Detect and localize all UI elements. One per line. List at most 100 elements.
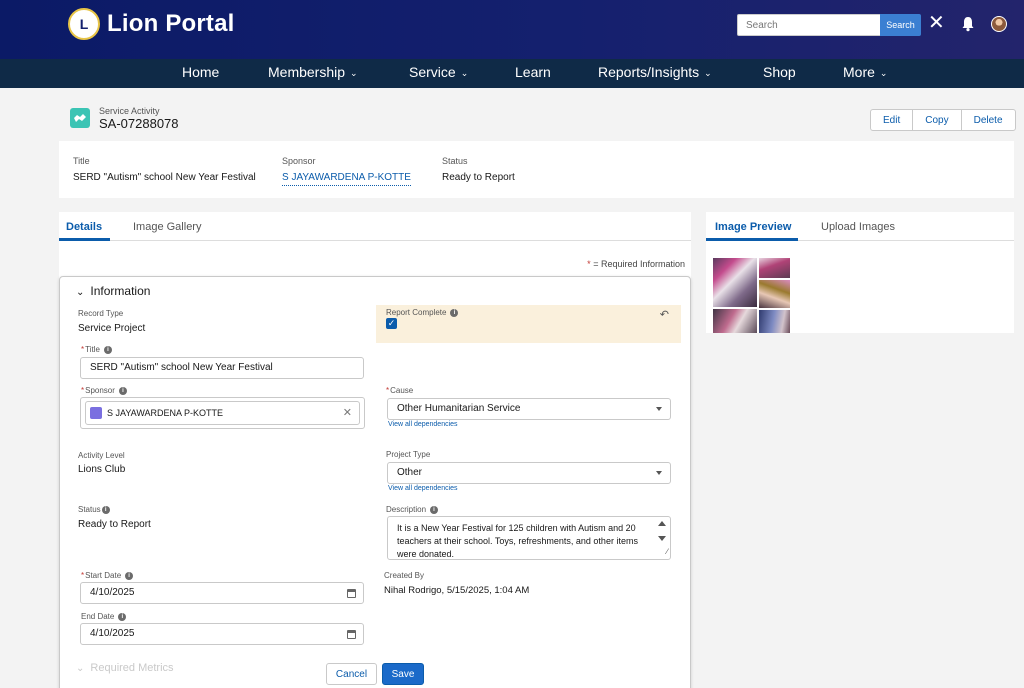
info-icon[interactable]: i <box>118 612 127 621</box>
start-date-input[interactable]: 4/10/2025 <box>80 582 364 604</box>
end-date-input[interactable]: 4/10/2025 <box>80 623 364 645</box>
search-input[interactable] <box>737 14 882 36</box>
project-type-select-value: Other <box>397 467 423 478</box>
scroll-up-icon[interactable] <box>658 521 666 526</box>
cause-select[interactable]: Other Humanitarian Service <box>387 398 671 420</box>
nav-membership[interactable]: Membership ⌄ <box>268 59 358 88</box>
required-info-note: * = Required Information <box>587 259 685 269</box>
top-header: L Lion Portal Search ✕ <box>0 0 1024 59</box>
scroll-down-icon[interactable] <box>658 536 666 541</box>
record-name: SA-07288078 <box>99 116 179 131</box>
tab-image-gallery[interactable]: Image Gallery <box>133 221 201 233</box>
nav-label: Service <box>409 64 456 80</box>
account-icon <box>90 407 102 419</box>
sponsor-lookup[interactable]: S JAYAWARDENA P-KOTTE ✕ <box>80 397 365 429</box>
event-photo-thumbnail[interactable] <box>759 280 790 308</box>
chevron-down-icon <box>656 471 662 475</box>
active-tab-indicator <box>59 238 110 241</box>
project-type-view-dependencies-link[interactable]: View all dependencies <box>388 485 458 492</box>
start-date-field-label: *Start Date i <box>81 571 134 580</box>
field-label-text: Start Date <box>85 571 122 580</box>
nav-more[interactable]: More ⌄ <box>843 59 887 88</box>
clear-icon[interactable]: ✕ <box>343 406 352 419</box>
record-actions: Edit Copy Delete <box>870 109 1016 131</box>
activity-level-value: Lions Club <box>78 464 126 475</box>
description-textarea[interactable]: It is a New Year Festival for 125 childr… <box>387 516 671 560</box>
record-type-value: Service Project <box>78 323 146 334</box>
project-type-select[interactable]: Other <box>387 462 671 484</box>
resize-handle-icon[interactable]: ∕ <box>667 545 668 558</box>
save-button[interactable]: Save <box>382 663 424 685</box>
created-by-field-label: Created By <box>384 571 425 580</box>
event-photo-thumbnail[interactable] <box>759 258 790 278</box>
info-icon[interactable]: i <box>430 505 439 514</box>
required-star: * <box>587 259 591 269</box>
image-panel: Image Preview Upload Images <box>706 212 1014 333</box>
required-star: * <box>81 571 85 580</box>
sponsor-pill: S JAYAWARDENA P-KOTTE ✕ <box>85 401 360 425</box>
chevron-down-icon: ⌄ <box>879 68 888 78</box>
event-photo-thumbnail[interactable] <box>713 309 757 333</box>
info-icon[interactable]: i <box>125 571 134 580</box>
calendar-icon[interactable] <box>347 589 356 598</box>
nav-service[interactable]: Service ⌄ <box>409 59 468 88</box>
nav-label: Reports/Insights <box>598 64 700 80</box>
section-required-metrics[interactable]: ⌄ Required Metrics <box>76 662 174 674</box>
nav-learn[interactable]: Learn <box>515 59 551 88</box>
info-icon[interactable]: i <box>101 505 110 514</box>
required-info-text: = Required Information <box>593 259 685 269</box>
calendar-icon[interactable] <box>347 630 356 639</box>
tab-details[interactable]: Details <box>66 221 102 233</box>
field-label-text: Report Complete <box>386 308 447 317</box>
title-input[interactable]: SERD "Autism" school New Year Festival <box>80 357 364 379</box>
info-icon[interactable]: i <box>103 345 112 354</box>
section-information[interactable]: ⌄ Information <box>76 284 150 298</box>
event-photo-thumbnail[interactable] <box>759 310 790 333</box>
required-star: * <box>81 386 85 395</box>
report-complete-label: Report Complete i <box>386 308 459 317</box>
end-date-field-label: End Date i <box>81 612 127 621</box>
highlight-status: Status Ready to Report <box>442 156 515 183</box>
lions-emblem-icon: L <box>68 8 100 40</box>
chevron-down-icon <box>656 407 662 411</box>
cause-view-dependencies-link[interactable]: View all dependencies <box>388 421 458 428</box>
delete-button[interactable]: Delete <box>960 109 1016 131</box>
field-label-text: Sponsor <box>85 386 115 395</box>
field-label-text: Description <box>386 505 427 514</box>
nav-reports-insights[interactable]: Reports/Insights ⌄ <box>598 59 712 88</box>
close-icon[interactable]: ✕ <box>928 13 945 33</box>
bell-icon[interactable] <box>961 16 975 32</box>
info-icon[interactable]: i <box>450 308 459 317</box>
status-field-label: Status i <box>78 505 110 514</box>
undo-icon[interactable]: ↶ <box>660 308 669 321</box>
tab-upload-images[interactable]: Upload Images <box>821 221 895 233</box>
search-button[interactable]: Search <box>880 14 921 36</box>
highlight-title: Title SERD "Autism" school New Year Fest… <box>73 156 256 183</box>
description-text: It is a New Year Festival for 125 childr… <box>397 523 638 559</box>
info-icon[interactable]: i <box>118 386 127 395</box>
sponsor-link[interactable]: S JAYAWARDENA P-KOTTE <box>282 172 411 186</box>
lion-portal-logo[interactable]: L Lion Portal <box>68 8 235 40</box>
chevron-down-icon: ⌄ <box>704 68 712 78</box>
field-label-text: Status <box>78 505 101 514</box>
highlight-value: Ready to Report <box>442 172 515 183</box>
nav-label: More <box>843 64 875 80</box>
field-label-text: End Date <box>81 612 115 621</box>
copy-button[interactable]: Copy <box>912 109 962 131</box>
description-field-label: Description i <box>386 505 439 514</box>
nav-shop[interactable]: Shop <box>763 59 796 88</box>
event-photo-thumbnail[interactable] <box>713 258 757 307</box>
tab-image-preview[interactable]: Image Preview <box>715 221 791 233</box>
nav-home[interactable]: Home <box>182 59 219 88</box>
edit-button[interactable]: Edit <box>870 109 914 131</box>
cancel-button[interactable]: Cancel <box>326 663 377 685</box>
end-date-value: 4/10/2025 <box>90 628 135 639</box>
user-avatar[interactable] <box>991 16 1007 32</box>
highlight-value: SERD "Autism" school New Year Festival <box>73 172 256 183</box>
nav-label: Shop <box>763 64 796 80</box>
report-complete-field: Report Complete i ✓ ↶ <box>376 305 681 343</box>
report-complete-checkbox[interactable]: ✓ <box>386 318 397 329</box>
chevron-down-icon: ⌄ <box>350 68 358 78</box>
project-type-field-label: Project Type <box>386 450 431 459</box>
title-field-label: *Title i <box>81 345 112 354</box>
